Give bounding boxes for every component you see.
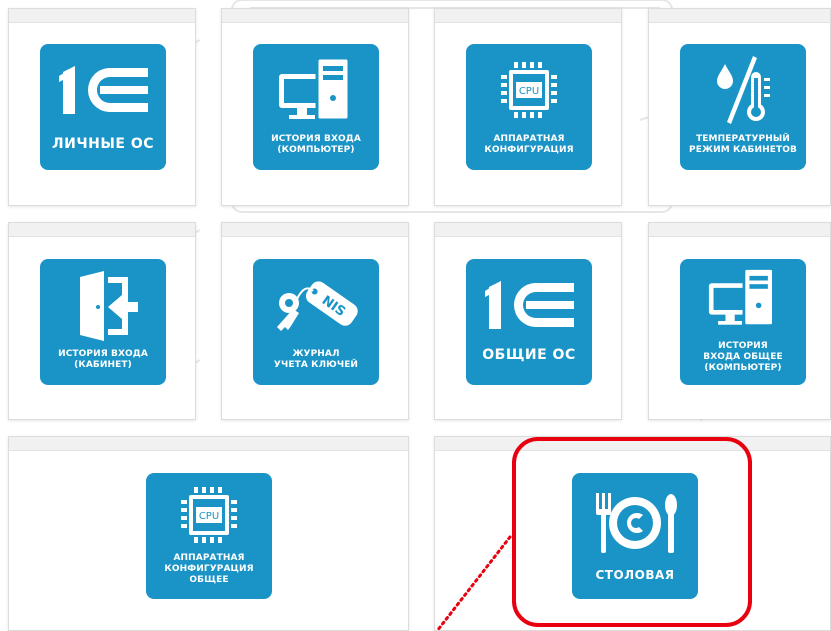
computer-icon — [708, 267, 775, 328]
cpu-chip-icon: CPU — [181, 487, 237, 543]
card-hardware-config-common[interactable]: CPU АППАРАТНАЯ КОНФИГУРАЦИЯ ОБЩЕЕ — [8, 436, 409, 631]
card-hardware-config[interactable]: CPU АППАРАТНАЯ КОНФИГУРАЦИЯ — [434, 8, 622, 206]
tile-label: ОБЩИЕ ОС — [482, 347, 576, 363]
cpu-chip-icon: CPU — [501, 62, 557, 118]
card-header — [9, 9, 195, 23]
card-header — [435, 9, 621, 23]
tile-label: ТЕМПЕРАТУРНЫЙ РЕЖИМ КАБИНЕТОВ — [689, 134, 797, 155]
tile-label: ИСТОРИЯ ВХОДА (КОМПЬЮТЕР) — [271, 134, 361, 155]
door-enter-icon — [80, 271, 138, 341]
tile-personal-os[interactable]: ЛИЧНЫЕ ОС — [40, 44, 166, 170]
tile-key-log[interactable]: NIS ЖУРНАЛ УЧЕТА КЛЮЧЕЙ — [253, 259, 379, 385]
card-login-history-computer[interactable]: ИСТОРИЯ ВХОДА (КОМПЬЮТЕР) — [221, 8, 409, 206]
tile-label: АППАРАТНАЯ КОНФИГУРАЦИЯ ОБЩЕЕ — [164, 553, 254, 585]
1c-logo-icon — [485, 281, 574, 329]
card-header — [649, 9, 830, 23]
card-header — [649, 223, 830, 237]
card-header — [435, 223, 621, 237]
chip-text: CPU — [199, 511, 219, 522]
tile-login-history-common[interactable]: ИСТОРИЯ ВХОДА ОБЩЕЕ (КОМПЬЮТЕР) — [680, 259, 806, 385]
tile-hardware-config-common[interactable]: CPU АППАРАТНАЯ КОНФИГУРАЦИЯ ОБЩЕЕ — [146, 473, 272, 599]
tile-label: ИСТОРИЯ ВХОДА (КАБИНЕТ) — [58, 349, 148, 370]
card-common-os[interactable]: ОБЩИЕ ОС — [434, 222, 622, 420]
card-personal-os[interactable]: ЛИЧНЫЕ ОС — [8, 8, 196, 206]
tile-login-history-computer[interactable]: ИСТОРИЯ ВХОДА (КОМПЬЮТЕР) — [253, 44, 379, 170]
tile-label: ЖУРНАЛ УЧЕТА КЛЮЧЕЙ — [273, 349, 359, 370]
card-header — [222, 223, 408, 237]
tile-login-history-room[interactable]: ИСТОРИЯ ВХОДА (КАБИНЕТ) — [40, 259, 166, 385]
tile-common-os[interactable]: ОБЩИЕ ОС — [466, 259, 592, 385]
card-canteen[interactable]: СТОЛОВАЯ — [434, 436, 831, 631]
tile-hardware-config[interactable]: CPU АППАРАТНАЯ КОНФИГУРАЦИЯ — [466, 44, 592, 170]
card-header — [9, 223, 195, 237]
card-header — [9, 437, 408, 451]
thermometer-icon — [717, 56, 770, 124]
tile-label: СТОЛОВАЯ — [595, 568, 675, 582]
key-tag-icon: NIS — [277, 281, 358, 331]
card-header — [222, 9, 408, 23]
tile-label: ИСТОРИЯ ВХОДА ОБЩЕЕ (КОМПЬЮТЕР) — [703, 341, 783, 373]
tile-label: ЛИЧНЫЕ ОС — [52, 136, 154, 152]
plate-cutlery-icon — [596, 493, 677, 553]
card-key-log[interactable]: NIS ЖУРНАЛ УЧЕТА КЛЮЧЕЙ — [221, 222, 409, 420]
computer-icon — [279, 56, 351, 122]
tile-temperature[interactable]: ТЕМПЕРАТУРНЫЙ РЕЖИМ КАБИНЕТОВ — [680, 44, 806, 170]
card-header — [435, 437, 830, 451]
tile-canteen[interactable]: СТОЛОВАЯ — [572, 473, 698, 599]
card-login-history-room[interactable]: ИСТОРИЯ ВХОДА (КАБИНЕТ) — [8, 222, 196, 420]
1c-logo-icon — [59, 66, 148, 114]
card-temperature[interactable]: ТЕМПЕРАТУРНЫЙ РЕЖИМ КАБИНЕТОВ — [648, 8, 831, 206]
card-login-history-common[interactable]: ИСТОРИЯ ВХОДА ОБЩЕЕ (КОМПЬЮТЕР) — [648, 222, 831, 420]
chip-text: CPU — [519, 86, 539, 97]
tile-label: АППАРАТНАЯ КОНФИГУРАЦИЯ — [484, 134, 574, 155]
